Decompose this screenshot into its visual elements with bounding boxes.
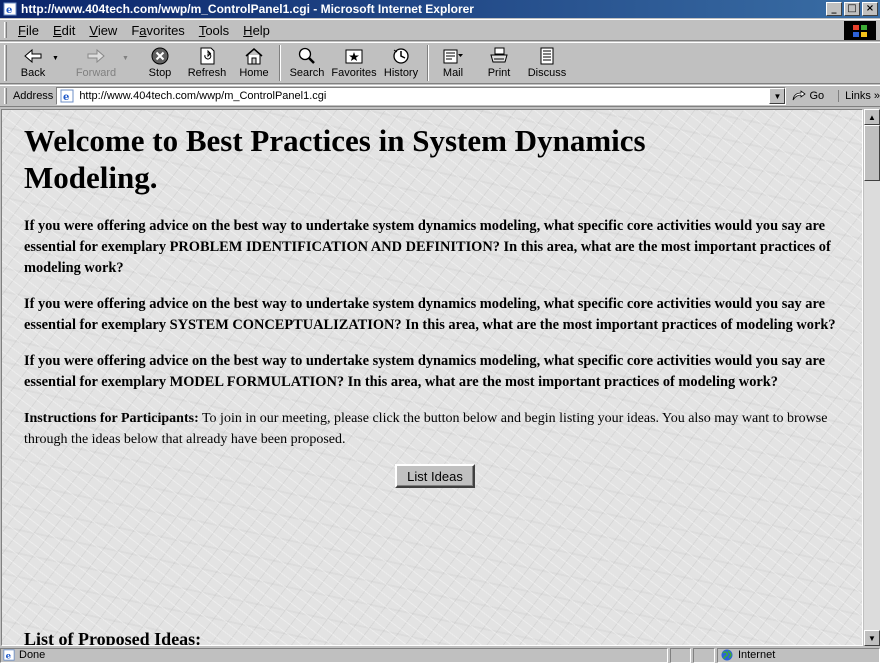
home-icon [244,45,264,66]
scroll-down-arrow-icon[interactable]: ▼ [864,630,880,646]
svg-text:e: e [6,5,12,16]
go-button[interactable]: Go [792,90,824,102]
refresh-button[interactable]: Refresh [183,43,231,83]
toolbar-separator [279,45,281,81]
question-problem-identification: If you were offering advice on the best … [24,218,831,276]
status-text: Done [19,649,46,661]
forward-dropdown-icon[interactable]: ▼ [122,55,129,62]
stop-icon [151,45,169,66]
back-dropdown-icon[interactable]: ▼ [52,55,59,62]
menu-favorites[interactable]: Favorites [124,23,191,38]
standard-toolbar: Back ▼ Forward ▼ Stop Refresh Home Searc… [0,42,880,84]
windows-logo-icon [844,21,876,40]
list-ideas-button[interactable]: List Ideas [395,464,475,488]
proposed-ideas-heading: List of Proposed Ideas: [24,629,202,646]
address-dropdown-icon[interactable]: ▼ [769,88,786,104]
svg-text:e: e [6,651,12,661]
history-icon [391,45,411,66]
address-input[interactable]: e http://www.404tech.com/wwp/m_ControlPa… [56,87,787,105]
stop-button[interactable]: Stop [139,43,181,83]
discuss-icon [538,45,556,66]
address-label: Address [12,90,54,102]
svg-text:e: e [63,92,69,103]
status-progress-pane [669,647,692,663]
printer-icon [489,45,509,66]
page-content: Welcome to Best Practices in System Dyna… [2,110,862,488]
menu-tools[interactable]: Tools [192,23,236,38]
menu-file[interactable]: File [11,23,46,38]
toolbar-separator [427,45,429,81]
globe-icon [721,649,733,661]
favorites-button[interactable]: Favorites [329,43,379,83]
menu-bar: File Edit View Favorites Tools Help [0,19,880,41]
scrollbar-thumb[interactable] [864,125,880,181]
menu-help[interactable]: Help [236,23,277,38]
ie-page-icon: e [3,649,15,661]
mail-icon [442,45,464,66]
forward-button[interactable]: Forward [69,43,123,83]
search-button[interactable]: Search [285,43,329,83]
maximize-button[interactable]: □ [844,2,860,16]
back-arrow-icon [23,45,43,66]
page-heading: Welcome to Best Practices in System Dyna… [24,123,646,195]
status-secure-pane [693,647,715,663]
instructions: Instructions for Participants: To join i… [24,408,846,450]
address-grip[interactable] [4,88,7,104]
toolbar-grip[interactable] [4,45,7,81]
status-zone-text: Internet [737,649,776,661]
refresh-icon [198,45,216,66]
question-model-formulation: If you were offering advice on the best … [24,353,826,390]
question-system-conceptualization: If you were offering advice on the best … [24,296,836,333]
status-bar: e Done Internet [0,647,880,663]
window-title-bar[interactable]: e http://www.404tech.com/wwp/m_ControlPa… [0,0,880,18]
print-button[interactable]: Print [477,43,521,83]
links-button[interactable]: Links » [838,90,880,102]
favorites-icon [344,45,364,66]
address-bar: Address e http://www.404tech.com/wwp/m_C… [0,85,880,107]
ie-page-icon: e [59,88,75,104]
mail-button[interactable]: Mail [433,43,473,83]
menu-grip[interactable] [4,22,7,38]
status-zone-pane: Internet [716,647,880,663]
menu-edit[interactable]: Edit [46,23,82,38]
vertical-scrollbar[interactable]: ▲ ▼ [864,109,880,646]
window-title: http://www.404tech.com/wwp/m_ControlPane… [21,2,474,16]
go-arrow-icon [793,90,807,101]
menu-view[interactable]: View [82,23,124,38]
back-button[interactable]: Back [11,43,55,83]
close-button[interactable]: × [862,2,878,16]
address-url: http://www.404tech.com/wwp/m_ControlPane… [79,90,327,102]
home-button[interactable]: Home [233,43,275,83]
instructions-label: Instructions for Participants: [24,411,199,426]
minimize-button[interactable]: _ [826,2,842,16]
history-button[interactable]: History [379,43,423,83]
scroll-up-arrow-icon[interactable]: ▲ [864,109,880,125]
forward-arrow-icon [86,45,106,66]
discuss-button[interactable]: Discuss [523,43,571,83]
search-icon [297,45,317,66]
status-main-pane: e Done [0,647,668,663]
ie-page-icon: e [3,2,17,16]
page-viewport: Welcome to Best Practices in System Dyna… [1,109,863,646]
